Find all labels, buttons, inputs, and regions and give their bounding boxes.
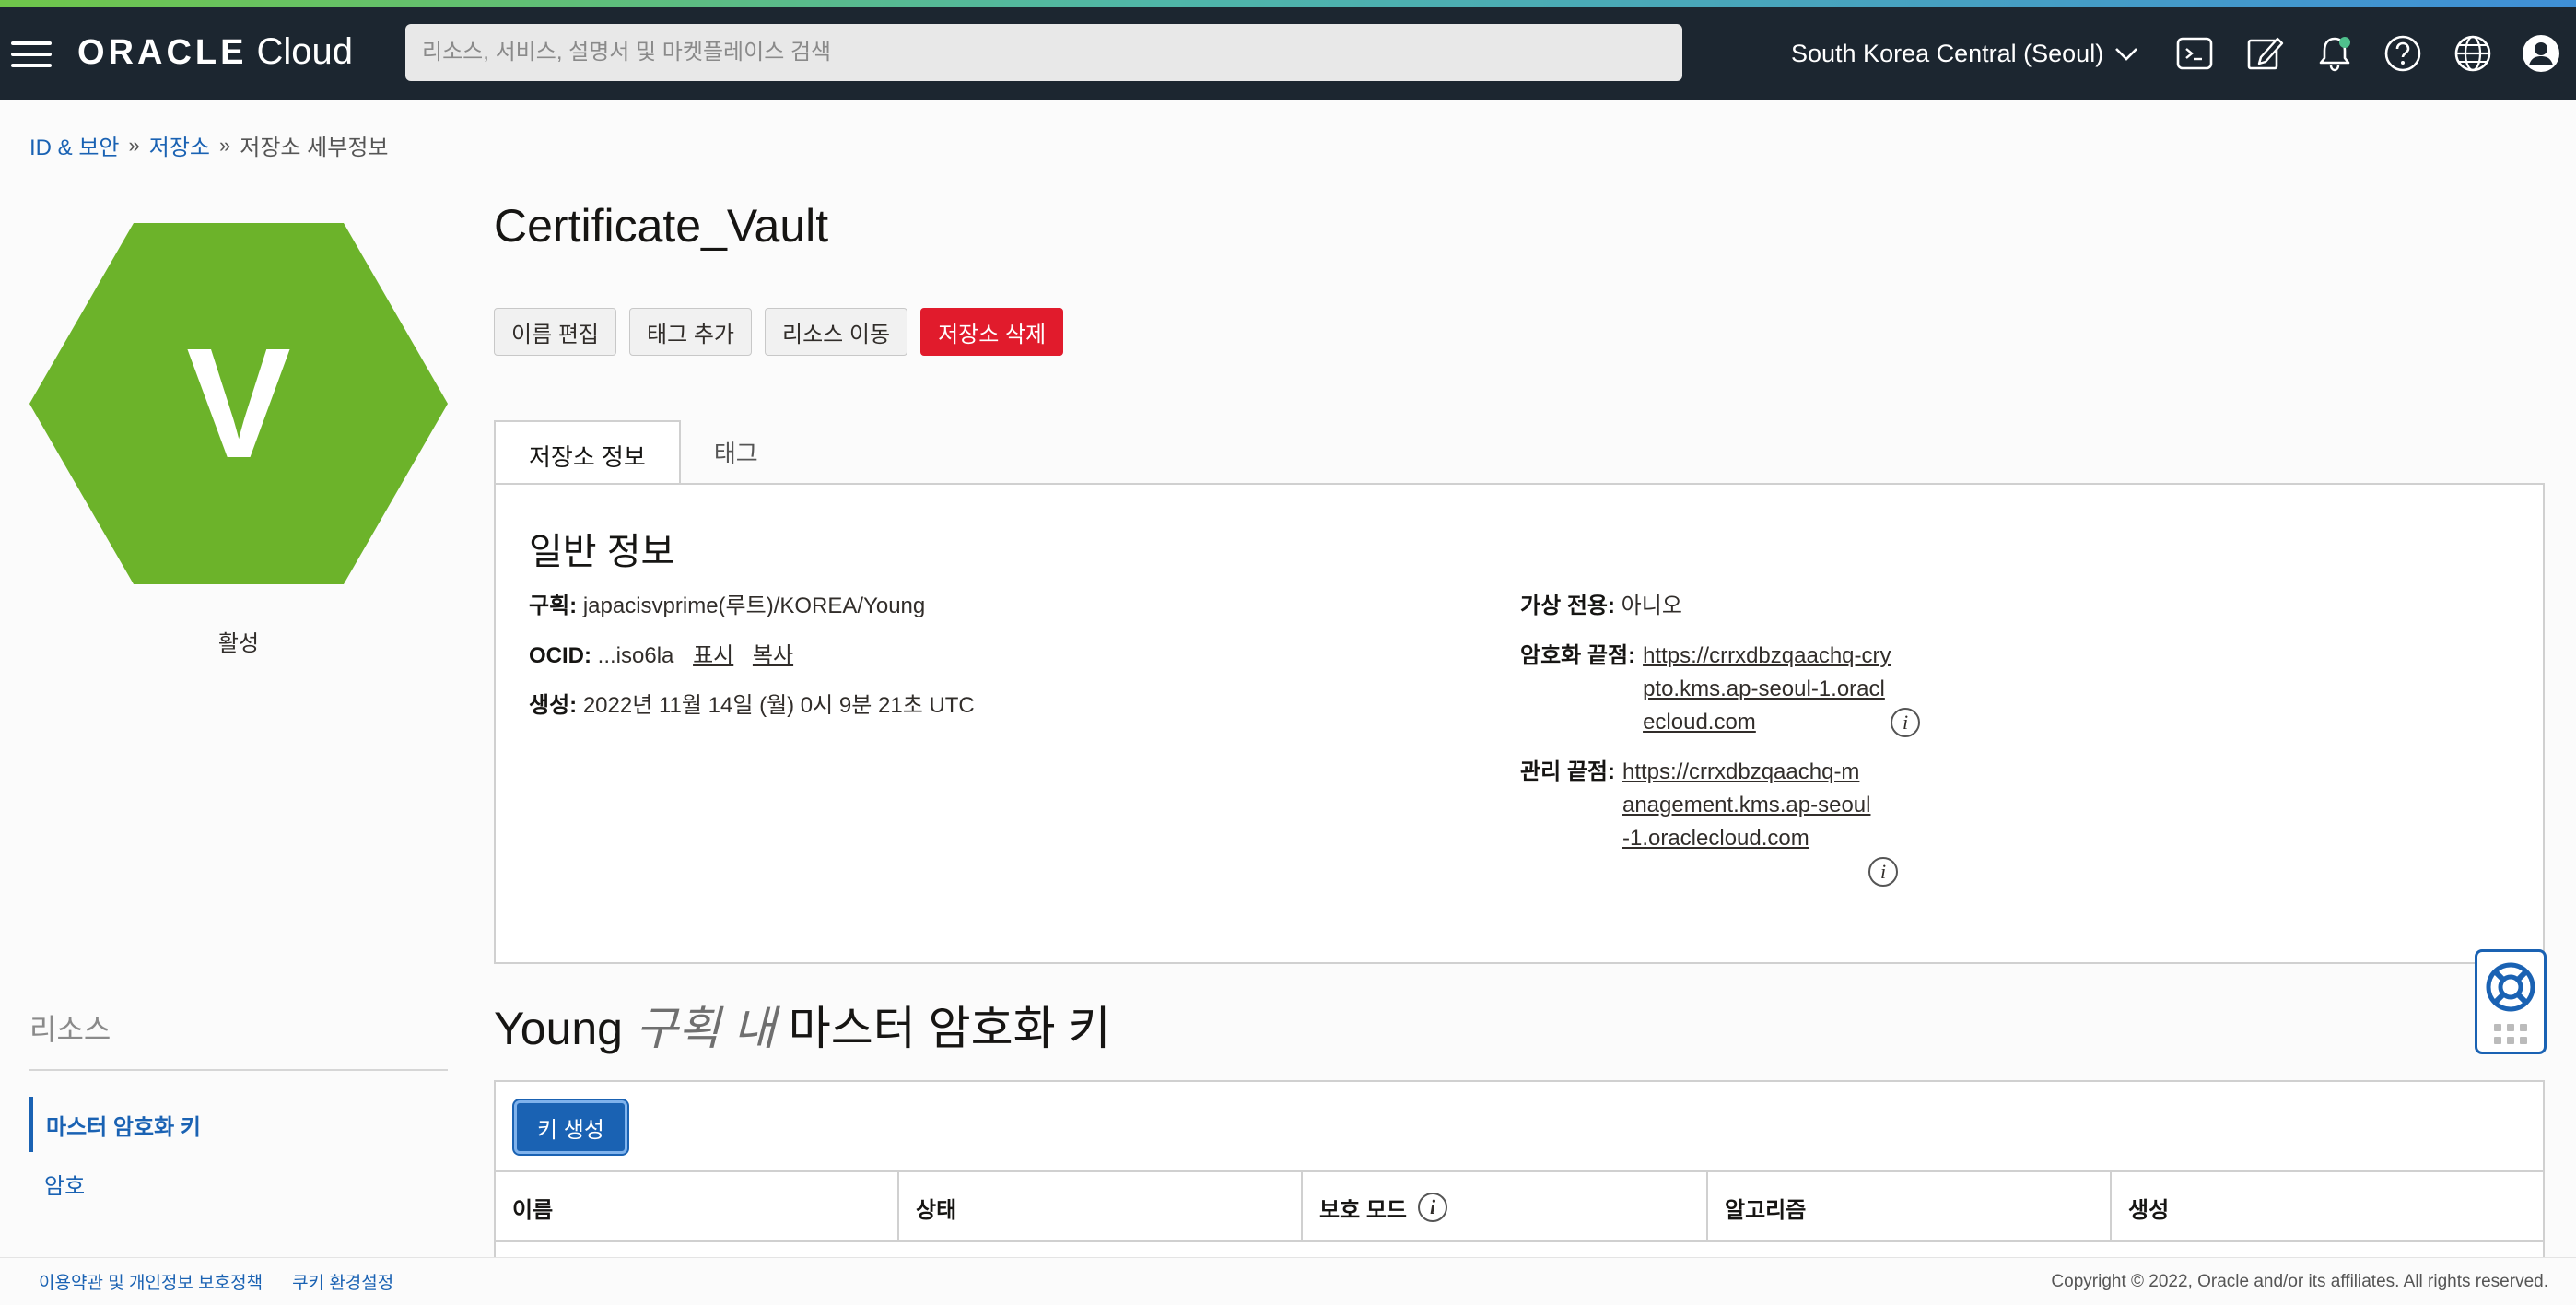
- region-label: South Korea Central (Seoul): [1791, 39, 2104, 67]
- lifebuoy-icon: [2486, 962, 2535, 1012]
- breadcrumb-separator: »: [219, 133, 231, 157]
- drag-handle-icon[interactable]: [2494, 1024, 2527, 1044]
- compartment-value: japacisvprime(루트)/KOREA/Young: [582, 594, 926, 618]
- virtual-private-label: 가상 전용:: [1520, 594, 1615, 618]
- compartment-row: 구획: japacisvprime(루트)/KOREA/Young: [529, 590, 925, 623]
- vault-tabs: 저장소 정보 태그: [494, 418, 791, 488]
- oracle-cloud-logo[interactable]: ORACLE Cloud: [77, 31, 353, 77]
- logo-oracle-text: ORACLE: [77, 33, 248, 72]
- sidebar-item-secrets[interactable]: 암호: [29, 1156, 448, 1211]
- language-globe-icon[interactable]: [2451, 31, 2495, 76]
- virtual-private-value: 아니오: [1621, 594, 1682, 618]
- master-encryption-keys-heading: Young 구획 내 마스터 암호화 키: [494, 992, 1111, 1058]
- page-title: Certificate_Vault: [494, 200, 829, 252]
- created-row: 생성: 2022년 11월 14일 (월) 0시 9분 21초 UTC: [529, 689, 975, 723]
- vault-lifecycle-status: 활성: [217, 631, 260, 656]
- column-header-protection-mode-label: 보호 모드: [1319, 1197, 1407, 1223]
- keys-heading-suffix: 마스터 암호화 키: [788, 1003, 1111, 1054]
- crypto-endpoint-row: 암호화 끝점: https://crrxdbzqaachq-crypto.kms…: [1520, 640, 1893, 739]
- tab-tags[interactable]: 태그: [681, 418, 791, 485]
- column-header-algorithm-label: 알고리즘: [1725, 1197, 1807, 1223]
- move-resource-button[interactable]: 리소스 이동: [765, 308, 908, 356]
- add-tags-button[interactable]: 태그 추가: [629, 308, 752, 356]
- menu-icon[interactable]: [11, 41, 52, 67]
- crypto-endpoint-label: 암호화 끝점:: [1520, 643, 1636, 668]
- delete-vault-button[interactable]: 저장소 삭제: [920, 308, 1064, 356]
- general-information-heading: 일반 정보: [529, 532, 675, 572]
- management-endpoint-label: 관리 끝점:: [1520, 759, 1615, 784]
- breadcrumb: ID & 보안 » 저장소 » 저장소 세부정보: [29, 129, 389, 161]
- edit-icon[interactable]: [2242, 31, 2287, 76]
- breadcrumb-link-vaults[interactable]: 저장소: [149, 129, 210, 161]
- column-header-created-label: 생성: [2128, 1197, 2170, 1223]
- vault-initial-letter: V: [186, 316, 291, 491]
- ocid-label: OCID:: [529, 643, 591, 668]
- column-header-state[interactable]: 상태: [899, 1172, 1303, 1242]
- created-value: 2022년 11월 14일 (월) 0시 9분 21초 UTC: [582, 693, 975, 718]
- column-header-name-label: 이름: [512, 1197, 554, 1223]
- ocid-show-link[interactable]: 표시: [693, 643, 733, 668]
- edit-name-button[interactable]: 이름 편집: [494, 308, 616, 356]
- column-header-state-label: 상태: [916, 1197, 957, 1223]
- breadcrumb-separator: »: [128, 133, 140, 157]
- management-endpoint-row: 관리 끝점: https://crrxdbzqaachq-management.…: [1520, 756, 1871, 855]
- ocid-value: ...iso6la: [597, 643, 674, 668]
- ocid-copy-link[interactable]: 복사: [753, 643, 793, 668]
- created-label: 생성:: [529, 693, 578, 718]
- top-accent-strip: [0, 0, 2576, 7]
- help-lifebuoy-widget[interactable]: [2475, 949, 2547, 1054]
- vault-information-panel: 일반 정보 구획: japacisvprime(루트)/KOREA/Young …: [494, 483, 2545, 964]
- create-key-button[interactable]: 키 생성: [514, 1100, 627, 1154]
- column-header-name[interactable]: 이름: [496, 1172, 899, 1242]
- sidebar-item-master-encryption-keys[interactable]: 마스터 암호화 키: [29, 1097, 448, 1152]
- top-navigation-bar: ORACLE Cloud South Korea Central (Seoul): [0, 7, 2576, 100]
- tab-vault-information[interactable]: 저장소 정보: [494, 420, 681, 488]
- notification-bell-icon[interactable]: [2313, 31, 2357, 76]
- resources-divider: [29, 1069, 448, 1071]
- copyright-text: Copyright © 2022, Oracle and/or its affi…: [2051, 1271, 2548, 1291]
- column-header-created[interactable]: 생성: [2112, 1172, 2543, 1242]
- breadcrumb-current: 저장소 세부정보: [240, 135, 389, 160]
- page-footer: 이용약관 및 개인정보 보호정책 쿠키 환경설정 Copyright © 202…: [0, 1257, 2576, 1305]
- protection-mode-info-icon[interactable]: i: [1418, 1193, 1447, 1222]
- global-search-input[interactable]: [405, 24, 1682, 81]
- user-profile-icon[interactable]: [2519, 31, 2563, 76]
- crypto-endpoint-info-icon[interactable]: i: [1891, 708, 1920, 737]
- vault-actions-toolbar: 이름 편집 태그 추가 리소스 이동 저장소 삭제: [494, 308, 1064, 356]
- region-selector[interactable]: South Korea Central (Seoul): [1791, 35, 2138, 72]
- master-encryption-keys-table: 키 생성 이름 상태 보호 모드 i 알고리즘 생성: [494, 1080, 2545, 1264]
- cloud-shell-icon[interactable]: [2172, 31, 2217, 76]
- chevron-down-icon: [2115, 48, 2138, 61]
- column-header-protection-mode[interactable]: 보호 모드 i: [1303, 1172, 1708, 1242]
- keys-heading-compartment-name: Young: [494, 1003, 623, 1054]
- table-header-row: 이름 상태 보호 모드 i 알고리즘 생성: [496, 1170, 2543, 1242]
- management-endpoint-link[interactable]: https://crrxdbzqaachq-management.kms.ap-…: [1622, 756, 1871, 855]
- terms-privacy-link[interactable]: 이용약관 및 개인정보 보호정책: [39, 1269, 263, 1294]
- keys-heading-compartment-word: 구획 내: [635, 1003, 776, 1054]
- virtual-private-row: 가상 전용: 아니오: [1520, 590, 1682, 623]
- help-icon[interactable]: [2381, 31, 2425, 76]
- crypto-endpoint-link[interactable]: https://crrxdbzqaachq-crypto.kms.ap-seou…: [1643, 640, 1893, 739]
- compartment-label: 구획:: [529, 594, 578, 618]
- resources-heading: 리소스: [29, 1013, 111, 1046]
- logo-cloud-text: Cloud: [256, 31, 353, 72]
- ocid-row: OCID: ...iso6la 표시 복사: [529, 640, 793, 673]
- management-endpoint-info-icon[interactable]: i: [1868, 857, 1898, 887]
- vault-status-hexagon: V: [29, 223, 448, 584]
- cookie-preferences-link[interactable]: 쿠키 환경설정: [292, 1269, 393, 1294]
- breadcrumb-link-identity-security[interactable]: ID & 보안: [29, 129, 120, 161]
- column-header-algorithm[interactable]: 알고리즘: [1708, 1172, 2112, 1242]
